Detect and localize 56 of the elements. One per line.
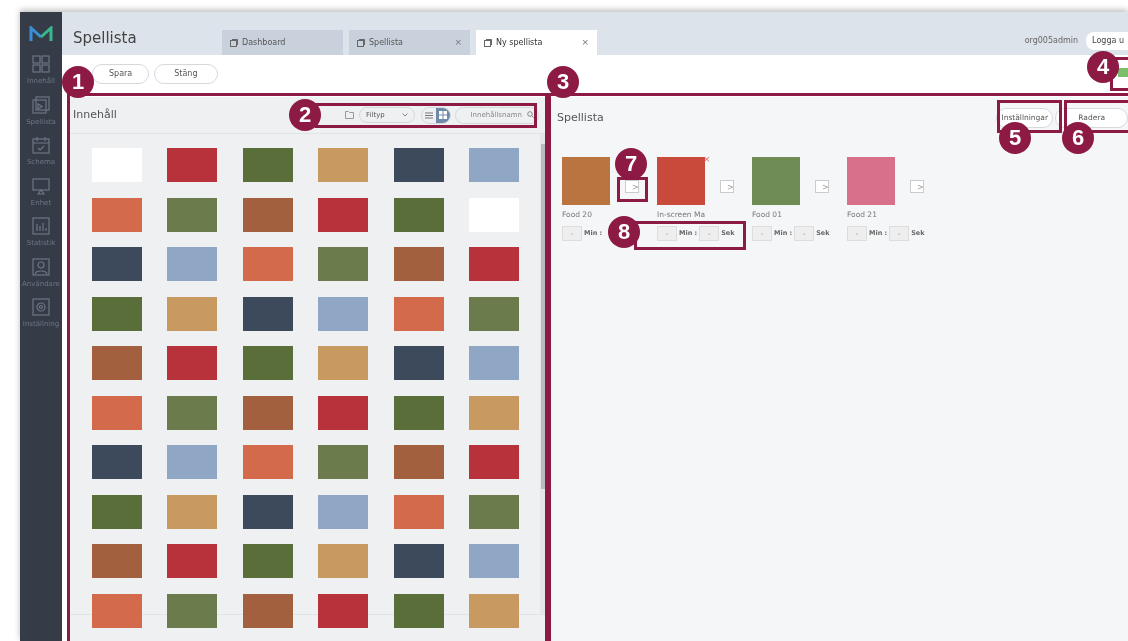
next-button[interactable]: > xyxy=(815,180,829,193)
photo-placeholder[interactable] xyxy=(91,296,142,331)
page-icon xyxy=(230,38,238,47)
page-icon xyxy=(484,38,492,47)
folder-icon[interactable] xyxy=(345,111,355,119)
photo-placeholder[interactable] xyxy=(242,593,293,628)
photo-placeholder[interactable] xyxy=(242,494,293,529)
bar-chart-icon xyxy=(31,216,51,236)
settings-icon xyxy=(31,297,51,317)
close-icon[interactable]: × xyxy=(581,35,589,50)
page-icon xyxy=(357,38,365,47)
toolbar-button[interactable]: Spara xyxy=(92,64,150,84)
photo-placeholder[interactable] xyxy=(242,296,293,331)
grid-icon xyxy=(31,54,51,74)
photo-placeholder[interactable] xyxy=(469,296,520,331)
tab-label: Dashboard xyxy=(242,36,286,49)
grid-icon xyxy=(439,111,447,119)
photo-placeholder[interactable] xyxy=(167,197,218,232)
photo-placeholder[interactable] xyxy=(167,395,218,430)
logo-icon xyxy=(29,26,53,42)
calendar-icon xyxy=(31,135,51,155)
toolbar-button[interactable]: Stäng xyxy=(154,64,218,84)
next-button[interactable]: > xyxy=(910,180,924,193)
scrollbar[interactable] xyxy=(540,134,547,614)
monitor-icon xyxy=(31,175,51,196)
photo-placeholder[interactable] xyxy=(318,593,369,628)
playlist-icon xyxy=(31,94,51,115)
tab[interactable]: Dashboard xyxy=(222,30,343,55)
tab-label: Spellista xyxy=(369,36,403,49)
next-button[interactable]: > xyxy=(625,180,639,193)
search-icon[interactable] xyxy=(527,110,534,118)
photo-placeholder[interactable] xyxy=(242,395,293,430)
panel-title: Spellista xyxy=(557,109,604,126)
photo-placeholder[interactable] xyxy=(167,593,218,628)
panel-title: Innehåll xyxy=(73,106,117,123)
page-title: Spellista xyxy=(73,27,138,49)
remove-icon[interactable]: × xyxy=(703,155,711,164)
tab[interactable]: Spellista × xyxy=(349,30,470,55)
tab[interactable]: Ny spellista × xyxy=(476,30,597,55)
close-icon[interactable]: × xyxy=(454,35,462,50)
status-indicator xyxy=(1118,68,1128,77)
photo-placeholder[interactable] xyxy=(393,197,444,232)
photo-placeholder[interactable] xyxy=(242,197,293,232)
grid-view-button[interactable] xyxy=(436,107,450,123)
photo-placeholder[interactable] xyxy=(469,494,520,529)
photo-placeholder[interactable] xyxy=(393,593,444,628)
next-button[interactable]: > xyxy=(720,180,734,193)
user-icon xyxy=(31,256,51,277)
list-icon xyxy=(425,111,433,119)
photo-placeholder[interactable] xyxy=(91,494,142,529)
logout-button[interactable]: Logga u xyxy=(1086,31,1128,50)
photo-placeholder[interactable] xyxy=(318,395,369,430)
photo-placeholder[interactable] xyxy=(318,197,369,232)
tab-label: Ny spellista xyxy=(496,36,543,49)
photo-placeholder[interactable] xyxy=(393,395,444,430)
username: org005admin xyxy=(1024,34,1079,47)
